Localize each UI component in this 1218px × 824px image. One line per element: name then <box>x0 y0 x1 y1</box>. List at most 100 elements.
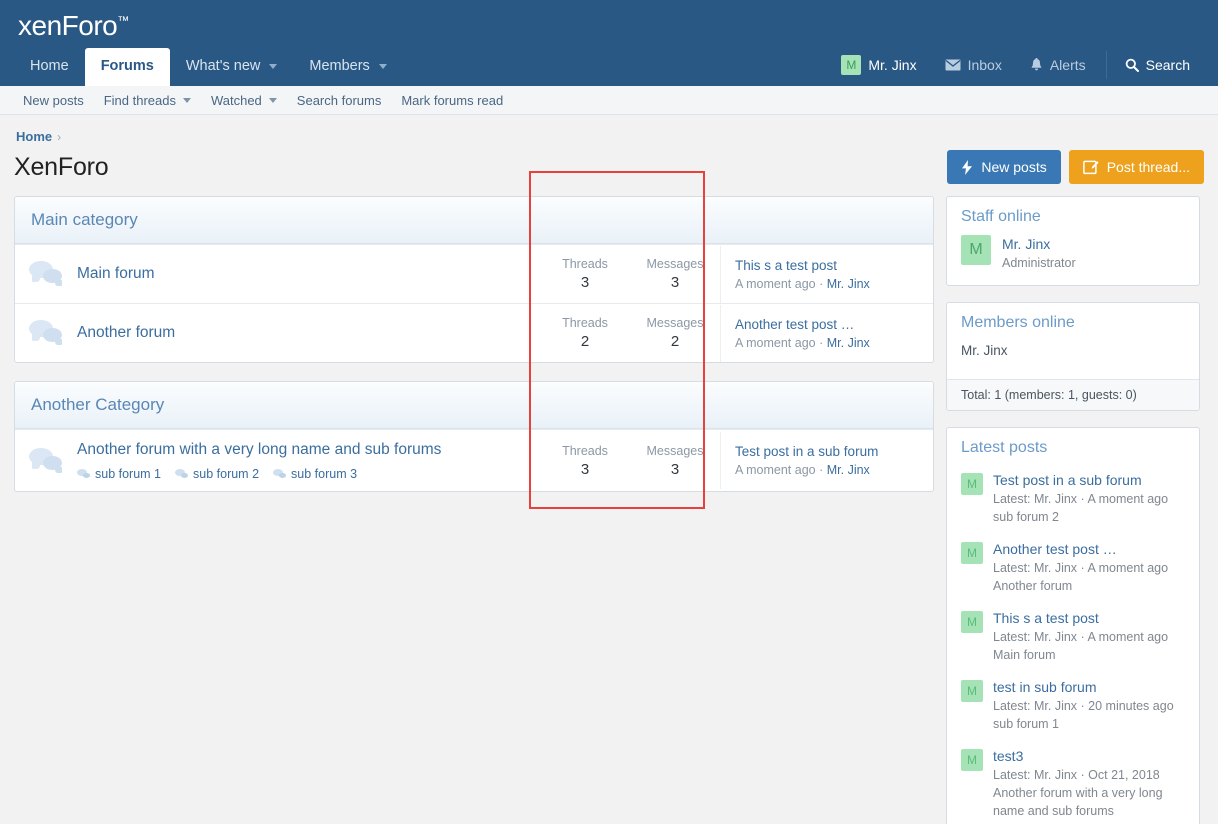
members-online-title: Members online <box>961 314 1075 331</box>
staff-member-name[interactable]: Mr. Jinx <box>1002 235 1076 254</box>
last-post-title[interactable]: Test post in a sub forum <box>735 442 921 461</box>
subforum-item[interactable]: sub forum 1 <box>77 467 161 481</box>
forum-title[interactable]: Another forum <box>77 323 532 343</box>
site-logo[interactable]: xenForo™ <box>18 10 129 42</box>
latest-post-forum[interactable]: Another forum with a very long name and … <box>993 784 1185 820</box>
staff-online-block: Staff online M Mr. Jinx Administrator <box>946 196 1200 286</box>
category-title[interactable]: Main category <box>15 197 933 244</box>
staff-member-info: Mr. Jinx Administrator <box>1002 235 1076 272</box>
threads-value: 3 <box>580 274 590 291</box>
nav-tab-home[interactable]: Home <box>14 48 85 86</box>
subforum-item[interactable]: sub forum 2 <box>175 467 259 481</box>
avatar: M <box>961 473 983 495</box>
forum-row[interactable]: Main forum Threads 3 Messages 3 This s a… <box>15 244 933 303</box>
page-title: XenForo <box>14 152 109 181</box>
last-post-meta: A moment ago · Mr. Jinx <box>735 461 921 479</box>
latest-post-title[interactable]: test in sub forum <box>993 678 1174 697</box>
search-button[interactable]: Search <box>1105 51 1204 79</box>
nav-tab-home-label: Home <box>30 58 69 74</box>
alerts-button[interactable]: Alerts <box>1016 51 1100 79</box>
member-online-name[interactable]: Mr. Jinx <box>961 341 1185 366</box>
site-logo-trademark: ™ <box>117 13 129 28</box>
nav-tab-forums[interactable]: Forums <box>84 48 170 86</box>
last-post-title[interactable]: Another test post … <box>735 315 921 334</box>
staff-member-row[interactable]: M Mr. Jinx Administrator <box>961 235 1185 272</box>
latest-post-forum[interactable]: Another forum <box>993 577 1168 595</box>
forum-title[interactable]: Main forum <box>77 264 532 284</box>
subnav-watched[interactable]: Watched <box>202 89 286 112</box>
list-item[interactable]: M Test post in a sub forum Latest: Mr. J… <box>961 466 1185 535</box>
staff-online-title: Staff online <box>961 208 1041 225</box>
forum-stats: Threads 3 Messages 3 <box>540 432 720 490</box>
latest-post-title[interactable]: test3 <box>993 747 1185 766</box>
category-title[interactable]: Another Category <box>15 382 933 429</box>
category-block-main-category: Main category Main forum Threads 3 Messa… <box>14 196 934 363</box>
last-post-user[interactable]: Mr. Jinx <box>827 277 870 291</box>
latest-post-title[interactable]: Test post in a sub forum <box>993 471 1168 490</box>
latest-post-forum[interactable]: Main forum <box>993 646 1168 664</box>
inbox-label: Inbox <box>967 57 1002 73</box>
latest-post-forum[interactable]: sub forum 1 <box>993 715 1174 733</box>
list-item[interactable]: M This s a test post Latest: Mr. Jinx · … <box>961 604 1185 673</box>
forum-info: Another forum with a very long name and … <box>77 430 540 491</box>
latest-post-forum[interactable]: sub forum 2 <box>993 508 1168 526</box>
new-posts-button-label: New posts <box>981 159 1047 175</box>
messages-label: Messages <box>646 257 704 271</box>
new-posts-button[interactable]: New posts <box>947 150 1061 184</box>
list-item[interactable]: M test3 Latest: Mr. Jinx · Oct 21, 2018 … <box>961 742 1185 824</box>
last-post-time: A moment ago <box>735 463 816 477</box>
threads-value: 2 <box>580 333 590 350</box>
last-post-user[interactable]: Mr. Jinx <box>827 336 870 350</box>
forum-row[interactable]: Another forum Threads 2 Messages 2 Anoth… <box>15 303 933 362</box>
latest-post-title[interactable]: Another test post … <box>993 540 1168 559</box>
category-block-another-category: Another Category Another forum with a ve… <box>14 381 934 492</box>
user-menu-button[interactable]: M Mr. Jinx <box>827 49 930 81</box>
last-post-time: A moment ago <box>735 276 816 291</box>
subnav-search-forums[interactable]: Search forums <box>288 89 391 112</box>
sidebar: Staff online M Mr. Jinx Administrator Me… <box>946 196 1200 824</box>
forum-icon-wrap <box>15 261 77 287</box>
chat-bubbles-icon <box>175 468 189 480</box>
threads-stat: Threads 2 <box>540 314 630 352</box>
subnav-find-threads[interactable]: Find threads <box>95 89 200 112</box>
list-item[interactable]: M Another test post … Latest: Mr. Jinx ·… <box>961 535 1185 604</box>
latest-post-meta: Latest: Mr. Jinx · A moment ago <box>993 492 1169 506</box>
avatar: M <box>961 542 983 564</box>
list-item[interactable]: M test in sub forum Latest: Mr. Jinx · 2… <box>961 673 1185 742</box>
lightning-bolt-icon <box>961 159 973 175</box>
post-thread-button[interactable]: Post thread... <box>1068 150 1204 184</box>
secondary-nav: New posts Find threads Watched Search fo… <box>0 86 1218 115</box>
nav-tab-whats-new-label: What's new <box>185 58 261 74</box>
subforum-item[interactable]: sub forum 3 <box>273 467 357 481</box>
nav-tab-members[interactable]: Members <box>293 48 402 86</box>
content-layout: Main category Main forum Threads 3 Messa… <box>14 196 1204 824</box>
latest-post-info: test3 Latest: Mr. Jinx · Oct 21, 2018 An… <box>993 747 1185 820</box>
breadcrumb-item-home[interactable]: Home <box>16 129 52 144</box>
nav-tab-whats-new[interactable]: What's new <box>170 48 294 86</box>
last-post-user[interactable]: Mr. Jinx <box>827 463 870 477</box>
last-post-title[interactable]: This s a test post <box>735 256 921 275</box>
threads-label: Threads <box>562 257 608 271</box>
bell-icon <box>1030 58 1043 72</box>
inbox-button[interactable]: Inbox <box>931 51 1016 79</box>
subnav-new-posts[interactable]: New posts <box>14 89 93 112</box>
latest-post-title[interactable]: This s a test post <box>993 609 1168 628</box>
forum-title[interactable]: Another forum with a very long name and … <box>77 440 532 460</box>
subnav-mark-forums-read[interactable]: Mark forums read <box>392 89 512 112</box>
messages-stat: Messages 3 <box>630 255 720 293</box>
chat-bubbles-icon <box>29 261 63 287</box>
subforum-list: sub forum 1 sub forum 2 sub forum 3 <box>77 467 532 481</box>
chat-bubbles-icon <box>29 447 63 474</box>
chevron-down-icon <box>378 64 387 69</box>
subnav-mark-forums-read-label: Mark forums read <box>401 92 504 108</box>
latest-post-meta: Latest: Mr. Jinx · Oct 21, 2018 <box>993 768 1160 782</box>
subnav-search-forums-label: Search forums <box>296 92 382 108</box>
messages-value: 2 <box>670 333 680 350</box>
site-logo-text: xenForo <box>18 10 118 41</box>
subnav-watched-label: Watched <box>210 92 262 108</box>
page-title-bar: XenForo New posts Post thread... <box>14 150 1204 184</box>
chat-bubbles-icon <box>77 468 90 480</box>
latest-post-info: Test post in a sub forum Latest: Mr. Jin… <box>993 471 1168 526</box>
messages-stat: Messages 2 <box>630 314 720 352</box>
forum-row[interactable]: Another forum with a very long name and … <box>15 429 933 491</box>
